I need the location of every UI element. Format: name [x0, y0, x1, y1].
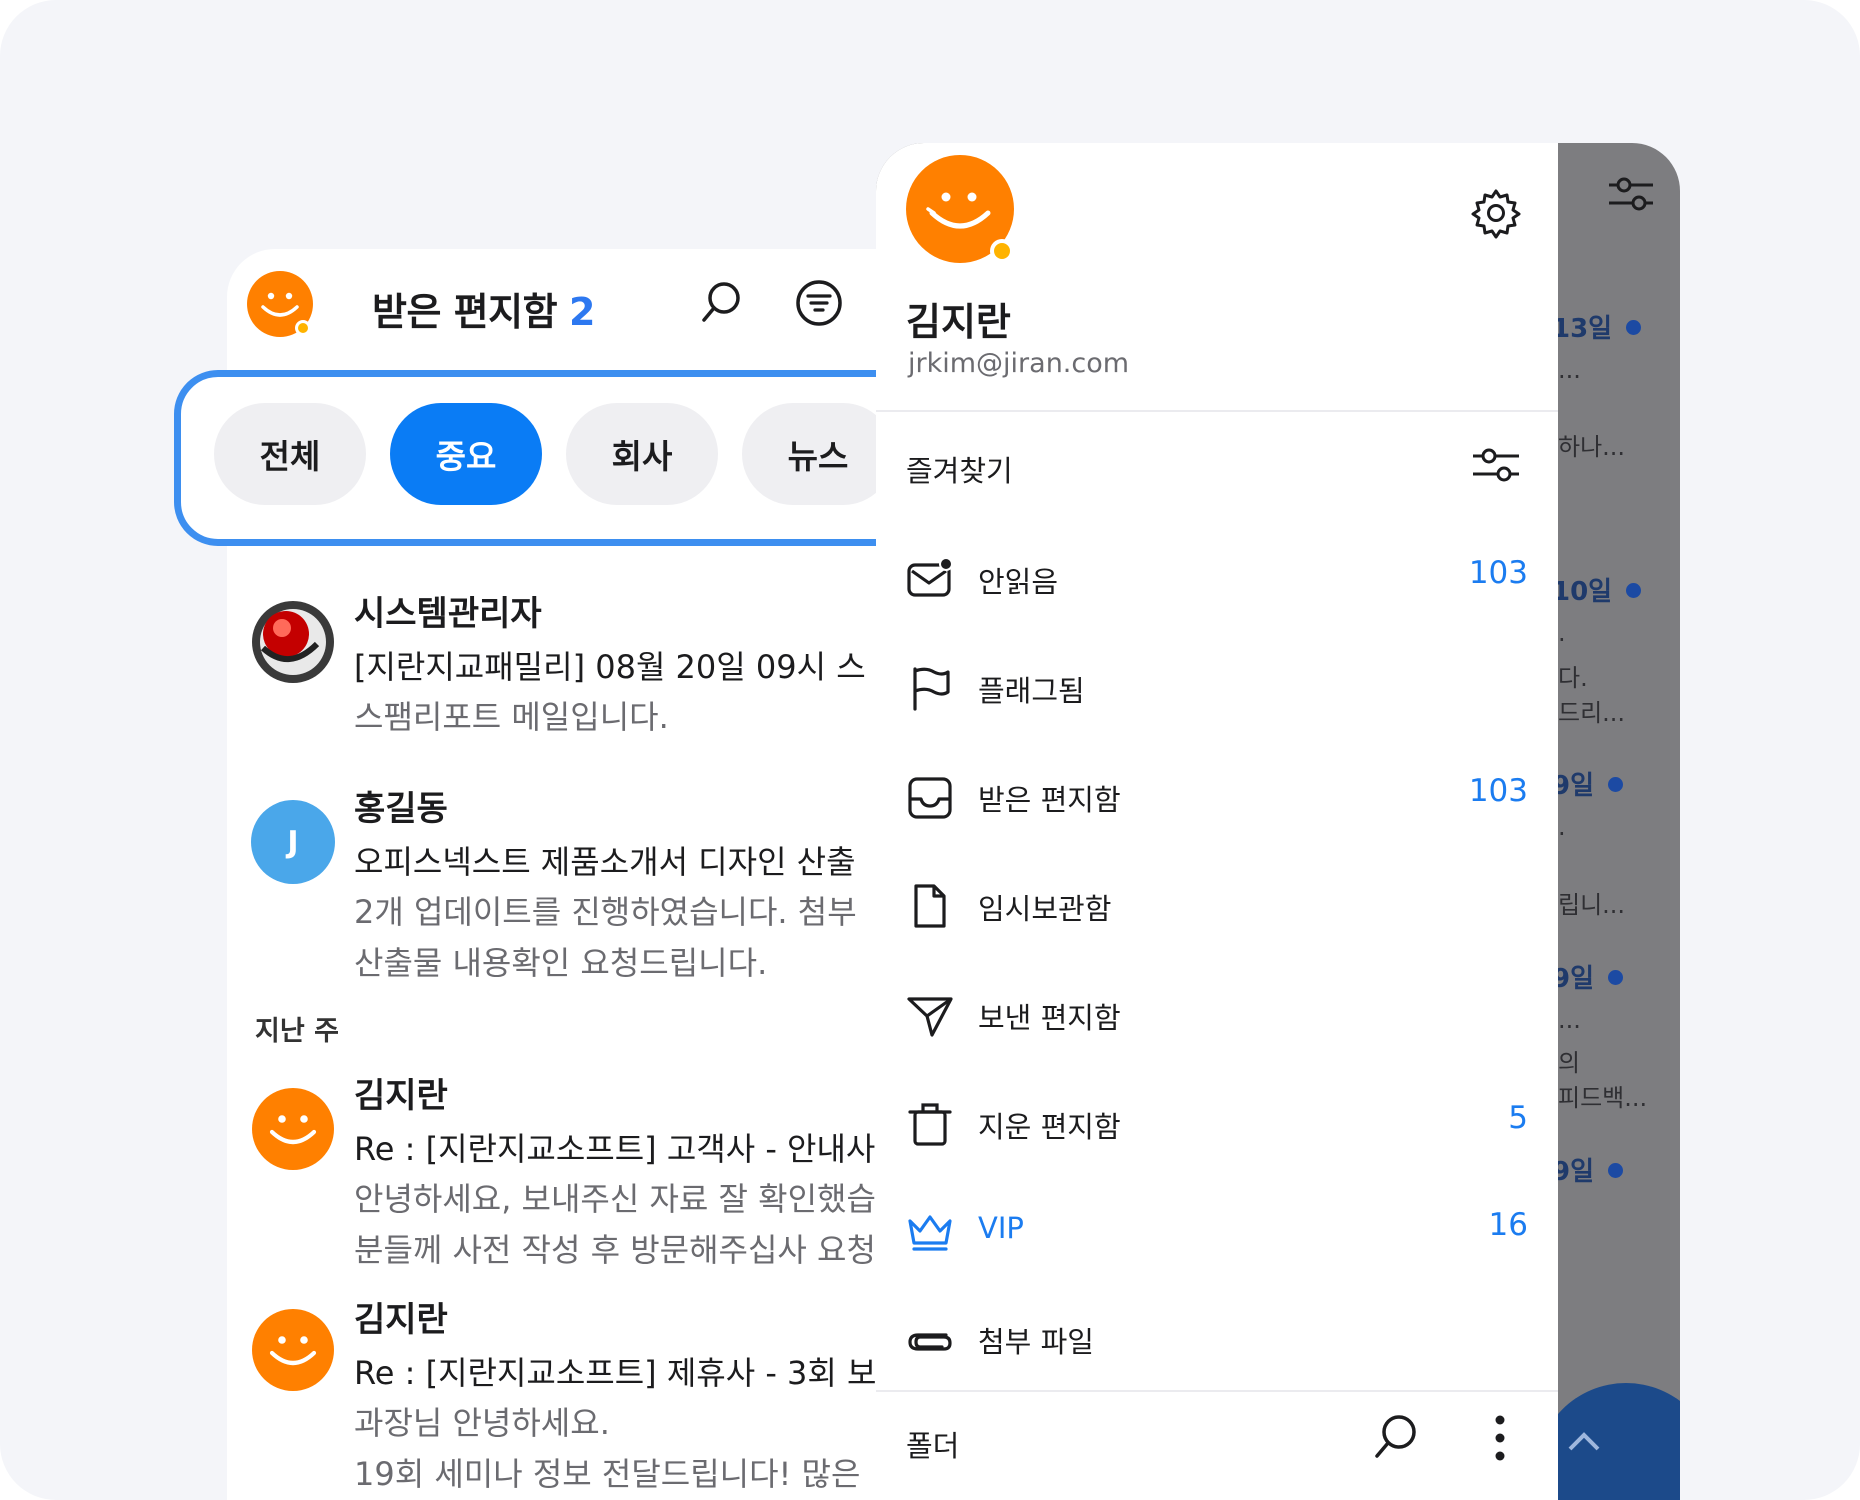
drawer-item-label: 받은 편지함 [978, 783, 1121, 817]
mail-date: 10일 [1552, 571, 1642, 608]
drawer-item-count: 5 [1508, 1100, 1528, 1136]
drawer-user-email: jrkim@jiran.com [908, 348, 1130, 379]
mail-snippet: 하나... [1558, 433, 1626, 461]
drawer-item-label: 안읽음 [978, 565, 1059, 599]
drawer-item-label: 플래그됨 [978, 674, 1085, 708]
mail-snippet: 피드백... [1558, 1084, 1648, 1112]
drawer-item-flagged[interactable]: 플래그됨 [876, 646, 1558, 726]
section-header-last-week: 지난 주 [255, 1016, 339, 1047]
drawer-item-drafts[interactable]: 임시보관함 [876, 864, 1558, 944]
inbox-title: 받은 편지함 2 [372, 281, 595, 336]
drawer-item-label: 지운 편지함 [978, 1110, 1121, 1144]
inbox-title-text: 받은 편지함 [372, 290, 558, 334]
trash-icon [908, 1103, 952, 1146]
flag-icon [913, 667, 950, 711]
unread-dot-icon [1608, 1163, 1624, 1178]
search-icon[interactable] [697, 277, 747, 327]
drawer-item-count: 16 [1488, 1207, 1528, 1243]
mail-snippet: 의 [1558, 1049, 1581, 1077]
mail-snippet: . [1558, 813, 1566, 841]
mail-date: 13일 [1552, 308, 1642, 345]
folder-search-icon[interactable] [1371, 1411, 1421, 1461]
profile-avatar[interactable] [245, 269, 315, 339]
drawer-item-label: 첨부 파일 [978, 1325, 1094, 1359]
folders-header: 폴더 [906, 1429, 960, 1463]
favorites-edit-sliders-icon[interactable] [1470, 445, 1522, 485]
unread-count-badge: 2 [569, 290, 595, 334]
chevron-up-icon [1568, 1432, 1600, 1451]
send-icon [907, 997, 953, 1037]
system-admin-avatar [252, 601, 334, 683]
unread-mail-icon [907, 557, 953, 597]
divider [876, 1390, 1558, 1392]
canvas-background: 13일 ... 하나... 10일 . 다. 드리... 9일 . 립니... … [0, 0, 1860, 1500]
settings-gear-icon[interactable] [1470, 187, 1522, 239]
smiley-avatar [252, 1088, 334, 1170]
mail-snippet: 립니... [1558, 891, 1626, 919]
mail-snippet: 다. [1558, 664, 1588, 692]
mail-snippet: ... [1558, 1006, 1581, 1034]
mail-snippet: . [1558, 619, 1566, 647]
drawer-item-count: 103 [1468, 555, 1528, 591]
unread-dot-icon [1608, 777, 1624, 792]
mail-snippet: 드리... [1558, 699, 1626, 727]
drawer-item-unread[interactable]: 안읽음 103 [876, 537, 1558, 617]
divider [876, 410, 1558, 412]
filter-lines-icon[interactable] [793, 277, 845, 329]
mail-date: 9일 [1552, 1151, 1624, 1188]
drawer-item-label: 임시보관함 [978, 892, 1112, 926]
filter-sliders-icon[interactable] [1606, 173, 1656, 217]
drawer-item-attachments[interactable]: 첨부 파일 [876, 1297, 1558, 1377]
unread-dot-icon [1608, 970, 1624, 985]
category-chip-important[interactable]: 중요 [390, 403, 542, 505]
draft-document-icon [914, 884, 946, 928]
mail-date: 9일 [1552, 765, 1624, 802]
more-vertical-icon[interactable] [1486, 1411, 1514, 1465]
drawer-user-name: 김지란 [906, 300, 1011, 344]
drawer-item-label: 보낸 편지함 [978, 1001, 1121, 1035]
category-chip-company[interactable]: 회사 [566, 403, 718, 505]
drawer-item-count: 103 [1468, 773, 1528, 809]
attachment-icon [908, 1333, 952, 1351]
drawer-item-sent[interactable]: 보낸 편지함 [876, 973, 1558, 1053]
drawer-item-vip[interactable]: VIP 16 [876, 1189, 1558, 1269]
drawer-item-label: VIP [978, 1211, 1024, 1245]
smiley-avatar [252, 1309, 334, 1391]
category-chip-all[interactable]: 전체 [214, 403, 366, 505]
sender-initial-avatar: J [251, 800, 335, 884]
crown-icon [908, 1215, 952, 1251]
drawer-profile-avatar[interactable] [906, 155, 1018, 267]
category-chip-news[interactable]: 뉴스 [742, 403, 894, 505]
inbox-tray-icon [908, 777, 952, 819]
mail-date: 9일 [1552, 958, 1624, 995]
drawer-item-trash[interactable]: 지운 편지함 5 [876, 1082, 1558, 1162]
drawer-item-inbox[interactable]: 받은 편지함 103 [876, 755, 1558, 835]
favorites-header: 즐겨찾기 [906, 454, 1013, 488]
unread-dot-icon [1626, 320, 1642, 335]
mail-snippet: ... [1558, 356, 1581, 384]
unread-dot-icon [1626, 583, 1642, 598]
navigation-drawer: 김지란 jrkim@jiran.com 즐겨찾기 안읽음 103 플래그됨 받은… [876, 143, 1558, 1500]
